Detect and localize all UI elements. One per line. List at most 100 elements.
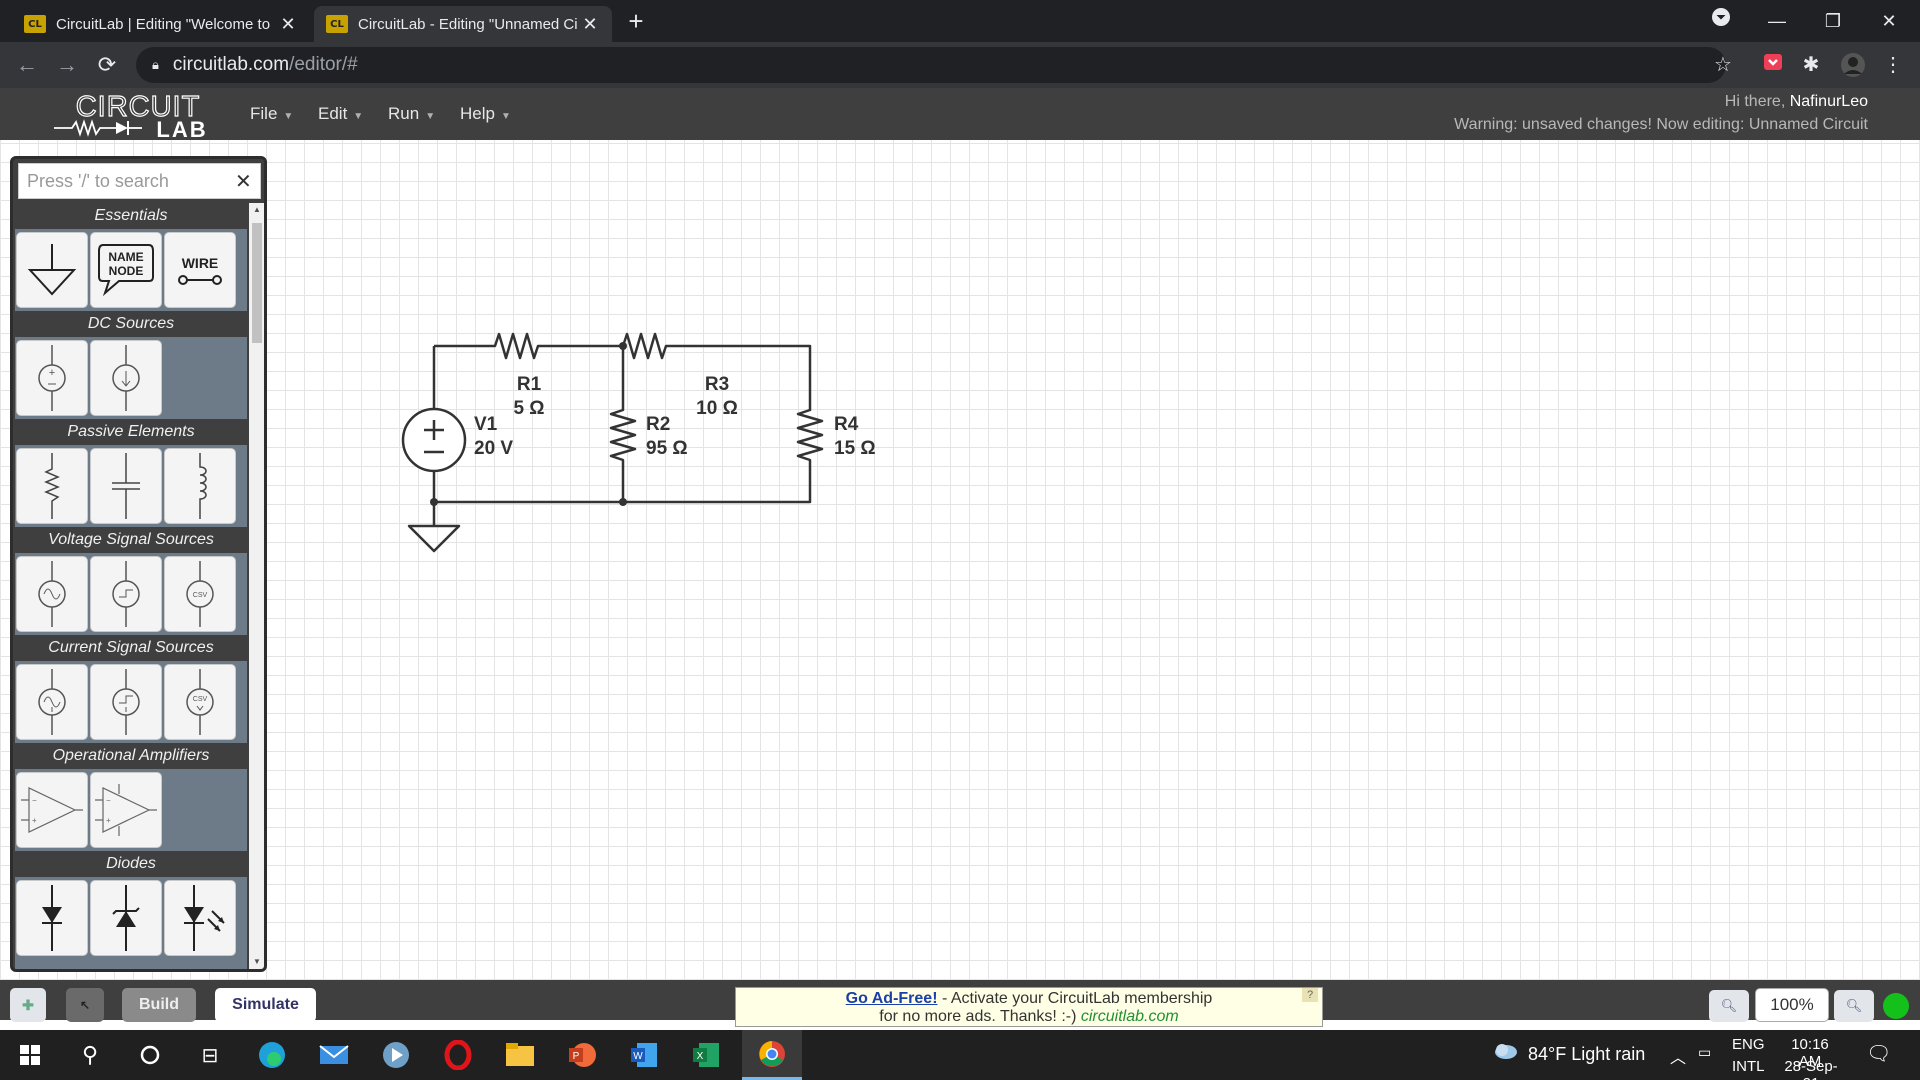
language-code[interactable]: ENG: [1732, 1036, 1765, 1053]
ad-help-icon[interactable]: ?: [1302, 988, 1318, 1002]
build-button[interactable]: Build: [122, 988, 196, 1022]
svg-text:X: X: [697, 1051, 704, 1062]
svg-text:+: +: [106, 816, 111, 825]
go-ad-free-link[interactable]: Go Ad-Free!: [846, 990, 938, 1007]
notification-center-icon[interactable]: 🗨︎: [1866, 1041, 1891, 1066]
minimize-window-button[interactable]: —: [1754, 4, 1800, 38]
scroll-up-icon[interactable]: ▲: [249, 203, 264, 217]
edge-icon[interactable]: [244, 1030, 300, 1080]
chrome-menu-icon[interactable]: ⋮: [1880, 52, 1906, 78]
chrome-icon[interactable]: [742, 1030, 802, 1080]
dc-current-source-part[interactable]: [90, 340, 162, 416]
weather-text[interactable]: 84°F Light rain: [1528, 1044, 1645, 1065]
dc-voltage-source-icon: +: [38, 345, 66, 411]
restore-window-button[interactable]: ❐: [1810, 4, 1856, 38]
clear-search-icon[interactable]: ✕: [235, 169, 252, 194]
opamp-part[interactable]: − +: [16, 772, 88, 848]
opamp-icon: −+: [21, 787, 83, 833]
zener-diode-part[interactable]: [90, 880, 162, 956]
lock-icon: 🔒︎: [152, 57, 159, 72]
csv-current-source-part[interactable]: CSV: [164, 664, 236, 740]
opera-icon[interactable]: [430, 1030, 486, 1080]
keyboard-layout[interactable]: INTL: [1732, 1058, 1765, 1075]
ad-banner: Go Ad-Free! - Activate your CircuitLab m…: [735, 987, 1323, 1027]
circuitlab-favicon-icon: CL: [24, 15, 46, 33]
powerpoint-icon[interactable]: P: [554, 1030, 610, 1080]
profile-avatar[interactable]: [1840, 52, 1866, 78]
name-node-part[interactable]: NAME NODE: [90, 232, 162, 308]
menu-file[interactable]: File ▼: [250, 104, 293, 124]
close-tab-icon[interactable]: ✕: [580, 14, 600, 35]
zoom-level: 100%: [1755, 988, 1829, 1022]
pointer-tool-button[interactable]: ↖: [66, 988, 104, 1022]
square-voltage-source-part[interactable]: [90, 556, 162, 632]
wire-part[interactable]: WIRE: [164, 232, 236, 308]
media-player-icon[interactable]: [368, 1030, 424, 1080]
circuit-schematic[interactable]: V1 20 V R1 5 Ω R2 95 Ω R3 10 Ω R4 15 Ω: [0, 140, 1920, 980]
schematic-canvas[interactable]: V1 20 V R1 5 Ω R2 95 Ω R3 10 Ω R4 15 Ω: [0, 140, 1920, 980]
add-part-button[interactable]: ✚: [10, 988, 46, 1022]
parts-scrollbar[interactable]: ▲ ▼: [249, 203, 264, 969]
v1-label: V1: [474, 414, 498, 435]
square-current-source-part[interactable]: [90, 664, 162, 740]
wire-icon: WIRE: [178, 255, 222, 285]
bookmark-star-icon[interactable]: ☆: [1710, 52, 1736, 78]
weather-icon[interactable]: [1492, 1040, 1518, 1066]
csv-current-source-icon: CSV: [186, 669, 214, 735]
csv-voltage-source-part[interactable]: CSV: [164, 556, 236, 632]
editor-bottom-bar: ✚ ↖ Build Simulate Go Ad-Free! - Activat…: [0, 980, 1920, 1027]
close-window-button[interactable]: ✕: [1866, 4, 1912, 38]
tab-search-button[interactable]: [1698, 4, 1744, 38]
excel-icon[interactable]: X: [678, 1030, 734, 1080]
show-hidden-icons-chevron-icon[interactable]: ︿: [1670, 1044, 1686, 1068]
voltage-source-v1[interactable]: [401, 407, 467, 473]
browser-tab-unnamed[interactable]: CL CircuitLab - Editing "Unnamed Ci ✕: [314, 6, 612, 42]
scroll-down-icon[interactable]: ▼: [249, 955, 264, 969]
forward-button[interactable]: →: [52, 50, 82, 80]
pocket-extension-icon[interactable]: [1760, 52, 1786, 78]
ground-part[interactable]: [16, 232, 88, 308]
address-bar[interactable]: 🔒︎ circuitlab.com/editor/#: [136, 47, 1726, 83]
start-button[interactable]: [2, 1030, 58, 1080]
username-link[interactable]: NafinurLeo: [1790, 93, 1868, 110]
mail-icon[interactable]: [306, 1030, 362, 1080]
browser-tab-welcome[interactable]: CL CircuitLab | Editing "Welcome to ✕: [12, 6, 310, 42]
svg-text:+: +: [49, 367, 55, 379]
inductor-part[interactable]: [164, 448, 236, 524]
svg-text:−: −: [106, 796, 111, 805]
zoom-in-icon[interactable]: 🔍︎: [1834, 990, 1874, 1022]
menu-help[interactable]: Help ▼: [460, 104, 511, 124]
app-header: CIRCUIT LAB File ▼ Edit ▼ Run ▼ Help ▼ Hi th…: [0, 88, 1920, 140]
category-header: DC Sources: [15, 311, 247, 337]
part-search-input[interactable]: [27, 170, 227, 192]
new-tab-button[interactable]: +: [622, 8, 650, 36]
diode-part[interactable]: [16, 880, 88, 956]
led-part[interactable]: [164, 880, 236, 956]
battery-icon[interactable]: ▭: [1698, 1044, 1711, 1061]
resistor-icon: [44, 453, 60, 519]
reload-button[interactable]: ⟳: [92, 50, 122, 80]
search-icon[interactable]: ⚲: [62, 1030, 118, 1080]
simulate-button[interactable]: Simulate: [215, 988, 316, 1022]
capacitor-part[interactable]: [90, 448, 162, 524]
word-icon[interactable]: W: [616, 1030, 672, 1080]
menu-edit[interactable]: Edit ▼: [318, 104, 363, 124]
close-tab-icon[interactable]: ✕: [278, 14, 298, 35]
back-button[interactable]: ←: [12, 50, 42, 80]
menu-run[interactable]: Run ▼: [388, 104, 435, 124]
extensions-puzzle-icon[interactable]: ✱: [1798, 52, 1824, 78]
sine-voltage-source-part[interactable]: [16, 556, 88, 632]
scrollbar-thumb[interactable]: [252, 223, 262, 343]
file-explorer-icon[interactable]: [492, 1030, 548, 1080]
sine-current-source-part[interactable]: [16, 664, 88, 740]
dc-voltage-source-part[interactable]: +: [16, 340, 88, 416]
circuitlab-logo[interactable]: CIRCUIT LAB: [52, 90, 224, 140]
zoom-out-icon[interactable]: 🔍︎: [1709, 990, 1749, 1022]
resistor-part[interactable]: [16, 448, 88, 524]
clock-date[interactable]: 28-Sep-21: [1776, 1058, 1846, 1080]
opamp-alt-part[interactable]: − +: [90, 772, 162, 848]
r2-label: R2: [646, 414, 670, 435]
task-view-icon[interactable]: ⊟: [182, 1030, 238, 1080]
ad-site-link[interactable]: circuitlab.com: [1081, 1008, 1179, 1025]
cortana-icon[interactable]: [122, 1030, 178, 1080]
